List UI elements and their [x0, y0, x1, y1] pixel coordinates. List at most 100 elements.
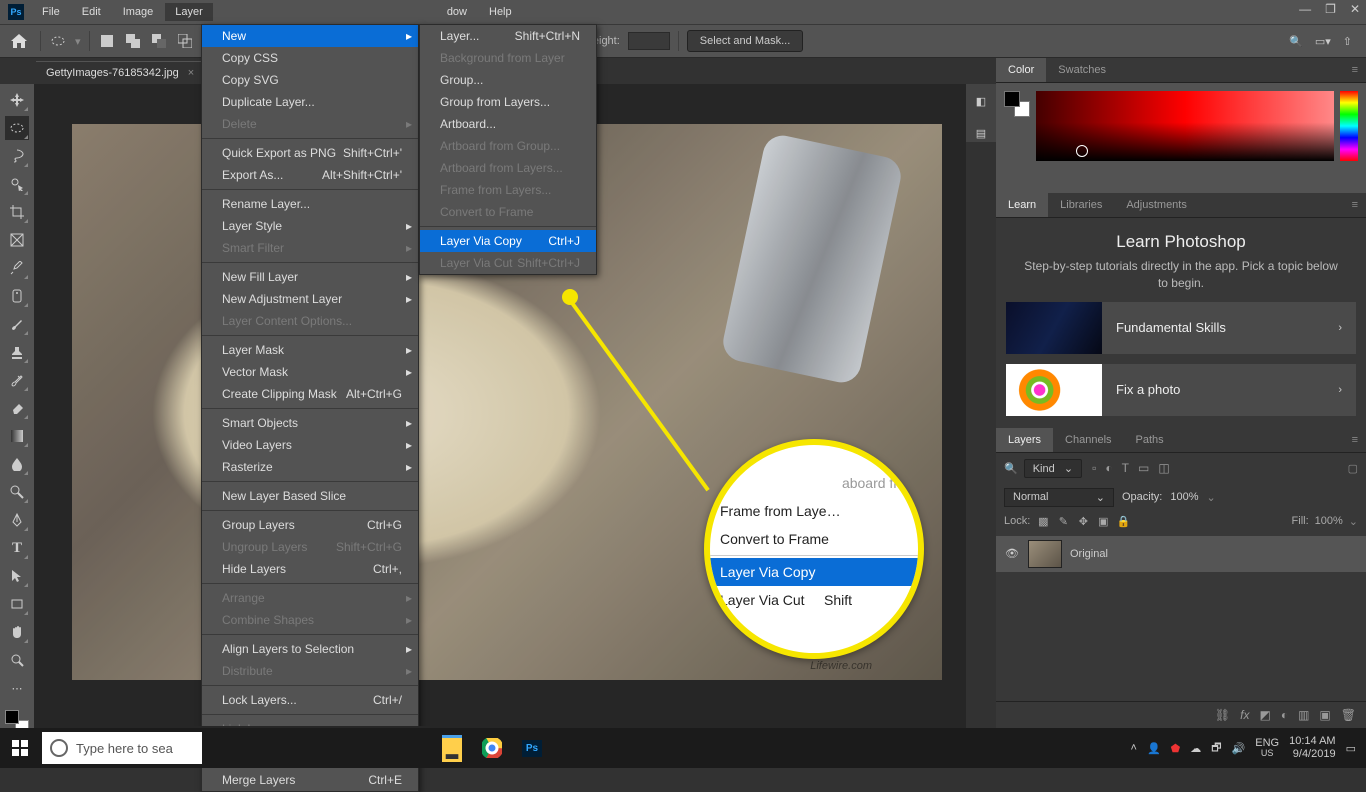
tray-security-icon[interactable]: ⬟: [1171, 742, 1181, 755]
maximize-button[interactable]: ❐: [1325, 2, 1336, 16]
quick-select-tool[interactable]: [5, 172, 29, 196]
menu-item[interactable]: Create Clipping MaskAlt+Ctrl+G: [202, 383, 418, 405]
menu-item[interactable]: Vector Mask▸: [202, 361, 418, 383]
lasso-tool[interactable]: [5, 144, 29, 168]
hue-strip[interactable]: [1340, 91, 1358, 161]
filter-type-icon[interactable]: T: [1122, 461, 1129, 475]
taskbar-search[interactable]: Type here to sea: [42, 732, 202, 764]
history-brush-tool[interactable]: [5, 368, 29, 392]
learn-card-fixphoto[interactable]: Fix a photo ›: [1006, 364, 1356, 416]
hand-tool[interactable]: [5, 620, 29, 644]
blur-tool[interactable]: [5, 452, 29, 476]
tab-learn[interactable]: Learn: [996, 193, 1048, 217]
menu-item[interactable]: Copy CSS: [202, 47, 418, 69]
menu-item[interactable]: Video Layers▸: [202, 434, 418, 456]
tray-volume-icon[interactable]: 🔊: [1232, 742, 1246, 755]
menu-item[interactable]: Lock Layers...Ctrl+/: [202, 689, 418, 711]
close-button[interactable]: ✕: [1350, 2, 1360, 16]
eyedropper-tool[interactable]: [5, 256, 29, 280]
taskbar-chrome[interactable]: [472, 728, 512, 768]
menu-item[interactable]: New Layer Based Slice: [202, 485, 418, 507]
sel-int-icon[interactable]: [176, 32, 194, 50]
edit-toolbar[interactable]: ⋯: [5, 676, 29, 700]
tab-layers[interactable]: Layers: [996, 428, 1053, 452]
gradient-tool[interactable]: [5, 424, 29, 448]
select-and-mask-button[interactable]: Select and Mask...: [687, 30, 804, 52]
marquee-tool-icon[interactable]: [49, 32, 67, 50]
menu-item[interactable]: Rasterize▸: [202, 456, 418, 478]
stamp-tool[interactable]: [5, 340, 29, 364]
tray-overflow-icon[interactable]: ˄: [1131, 742, 1137, 754]
height-field[interactable]: [628, 32, 670, 50]
type-tool[interactable]: T: [5, 536, 29, 560]
zoom-tool[interactable]: [5, 648, 29, 672]
lock-artboard-icon[interactable]: ▣: [1096, 515, 1110, 528]
lock-move-icon[interactable]: ✥: [1076, 515, 1090, 528]
menu-item[interactable]: Artboard...: [420, 113, 596, 135]
menu-window[interactable]: dow: [437, 3, 477, 21]
tab-adjustments[interactable]: Adjustments: [1114, 193, 1199, 217]
document-tab[interactable]: GettyImages-76185342.jpg ×: [36, 61, 204, 84]
path-select-tool[interactable]: [5, 564, 29, 588]
group-icon[interactable]: ▥: [1298, 708, 1309, 722]
adjustment-icon[interactable]: ◐: [1281, 708, 1288, 722]
sel-new-icon[interactable]: [98, 32, 116, 50]
marquee-tool[interactable]: [5, 116, 29, 140]
dodge-tool[interactable]: [5, 480, 29, 504]
sel-sub-icon[interactable]: [150, 32, 168, 50]
minimize-button[interactable]: —: [1299, 2, 1311, 16]
heal-tool[interactable]: [5, 284, 29, 308]
color-spectrum[interactable]: [1036, 91, 1334, 161]
taskbar-photoshop[interactable]: Ps: [512, 728, 552, 768]
move-tool[interactable]: [5, 88, 29, 112]
menu-item[interactable]: Layer Style▸: [202, 215, 418, 237]
menu-item[interactable]: Smart Objects▸: [202, 412, 418, 434]
tab-channels[interactable]: Channels: [1053, 428, 1123, 452]
menu-item[interactable]: Layer...Shift+Ctrl+N: [420, 25, 596, 47]
rectangle-tool[interactable]: [5, 592, 29, 616]
menu-item[interactable]: Layer Via CopyCtrl+J: [420, 230, 596, 252]
mask-icon[interactable]: ◩: [1259, 708, 1270, 722]
menu-item[interactable]: Hide LayersCtrl+,: [202, 558, 418, 580]
menu-help[interactable]: Help: [479, 3, 522, 21]
menu-item[interactable]: Copy SVG: [202, 69, 418, 91]
properties-panel-icon[interactable]: ▤: [972, 124, 990, 142]
menu-item[interactable]: Rename Layer...: [202, 193, 418, 215]
layer-kind-select[interactable]: Kind ⌄: [1024, 459, 1082, 478]
start-button[interactable]: [0, 740, 40, 756]
panel-menu-icon[interactable]: ≡: [1344, 58, 1366, 82]
taskbar-explorer[interactable]: ▂: [432, 728, 472, 768]
color-fgbg-swatch[interactable]: [1004, 91, 1030, 117]
menu-image[interactable]: Image: [113, 3, 164, 21]
eraser-tool[interactable]: [5, 396, 29, 420]
menu-item[interactable]: Quick Export as PNGShift+Ctrl+': [202, 142, 418, 164]
search-icon[interactable]: 🔍: [1289, 35, 1303, 48]
new-layer-icon[interactable]: ▣: [1319, 708, 1330, 722]
menu-item[interactable]: New Adjustment Layer▸: [202, 288, 418, 310]
sel-add-icon[interactable]: [124, 32, 142, 50]
menu-item[interactable]: Group LayersCtrl+G: [202, 514, 418, 536]
menu-edit[interactable]: Edit: [72, 3, 111, 21]
menu-layer[interactable]: Layer: [165, 3, 213, 21]
menu-item[interactable]: New▸: [202, 25, 418, 47]
filter-adjust-icon[interactable]: ◐: [1105, 461, 1112, 475]
clock-time[interactable]: 10:14 AM: [1289, 735, 1335, 748]
tray-people-icon[interactable]: 👤: [1147, 742, 1161, 755]
tab-paths[interactable]: Paths: [1124, 428, 1176, 452]
menu-item[interactable]: New Fill Layer▸: [202, 266, 418, 288]
link-layers-icon[interactable]: ⛓: [1215, 708, 1230, 722]
tab-swatches[interactable]: Swatches: [1046, 58, 1118, 82]
panel-menu-icon[interactable]: ≡: [1344, 428, 1366, 452]
crop-tool[interactable]: [5, 200, 29, 224]
menu-item[interactable]: Layer Mask▸: [202, 339, 418, 361]
brush-tool[interactable]: [5, 312, 29, 336]
tab-libraries[interactable]: Libraries: [1048, 193, 1114, 217]
history-panel-icon[interactable]: ◧: [972, 92, 990, 110]
filter-toggle[interactable]: ▢: [1348, 462, 1358, 475]
fx-icon[interactable]: fx: [1240, 708, 1249, 722]
fill-value[interactable]: 100%: [1315, 515, 1343, 527]
workspace-icon[interactable]: ▭▾: [1315, 35, 1331, 48]
trash-icon[interactable]: 🗑: [1341, 708, 1356, 722]
filter-smart-icon[interactable]: ◫: [1158, 461, 1169, 475]
menu-item[interactable]: Duplicate Layer...: [202, 91, 418, 113]
